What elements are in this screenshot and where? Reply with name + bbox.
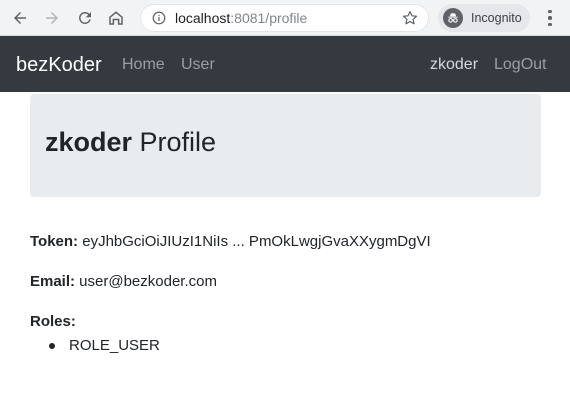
back-icon[interactable] — [7, 5, 33, 31]
profile-header: zkoder Profile — [30, 94, 541, 197]
incognito-label: Incognito — [471, 11, 522, 25]
home-icon[interactable] — [103, 5, 129, 31]
roles-heading: Roles: — [30, 312, 76, 332]
url-host: localhost — [175, 10, 231, 26]
menu-icon[interactable] — [540, 7, 560, 29]
address-bar[interactable]: localhost:8081/profile — [140, 4, 429, 32]
forward-icon[interactable] — [39, 5, 65, 31]
email-row: Email: user@bezkoder.com — [30, 272, 217, 292]
logout-link[interactable]: LogOut — [494, 55, 546, 75]
nav-user-link[interactable]: User — [181, 55, 215, 75]
email-value: user@bezkoder.com — [75, 273, 217, 290]
profile-username: zkoder — [45, 127, 133, 157]
url-path: :8081/profile — [230, 10, 308, 26]
brand-link[interactable]: bezKoder — [16, 53, 102, 77]
profile-title-suffix: Profile — [132, 127, 217, 157]
roles-label: Roles: — [30, 313, 76, 330]
token-value: eyJhbGciOiJIUzI1NiIs ... PmOkLwgjGvaXXyg… — [78, 233, 431, 250]
email-label: Email: — [30, 273, 76, 290]
role-item: ROLE_USER — [49, 336, 160, 356]
nav-home-link[interactable]: Home — [122, 55, 165, 75]
app-navbar: bezKoder Home User zkoder LogOut — [0, 36, 570, 92]
info-icon[interactable] — [152, 11, 166, 25]
roles-list: ROLE_USER — [49, 336, 160, 356]
token-label: Token: — [30, 233, 79, 250]
incognito-indicator[interactable]: Incognito — [438, 4, 530, 32]
browser-toolbar: localhost:8081/profile Incognito — [0, 0, 570, 36]
reload-icon[interactable] — [72, 5, 98, 31]
token-row: Token: eyJhbGciOiJIUzI1NiIs ... PmOkLwgj… — [30, 232, 431, 252]
incognito-icon — [443, 8, 463, 28]
nav-profile-link[interactable]: zkoder — [430, 55, 478, 75]
page-title: zkoder Profile — [45, 126, 216, 158]
url-text: localhost:8081/profile — [175, 10, 307, 26]
star-icon[interactable] — [402, 10, 418, 26]
